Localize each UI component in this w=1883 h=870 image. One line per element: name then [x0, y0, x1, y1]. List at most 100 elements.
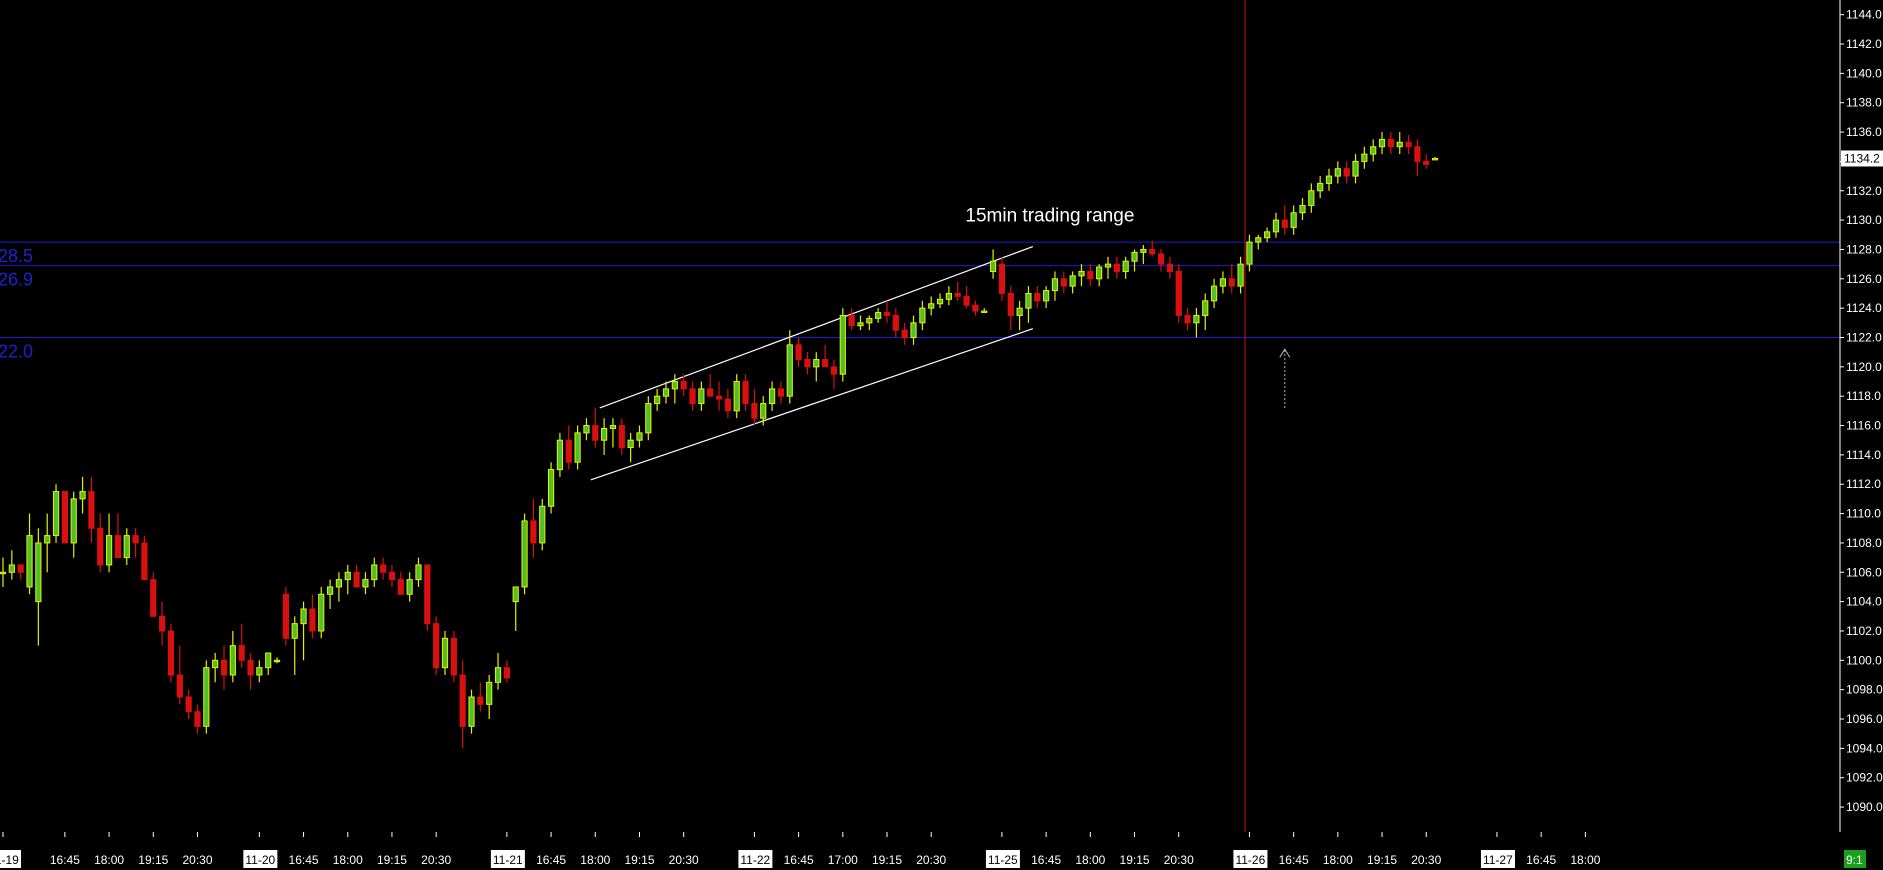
- candle-body: [1237, 263, 1244, 287]
- candle-body: [1078, 270, 1085, 277]
- candle-body: [1219, 278, 1227, 287]
- candle-body: [512, 586, 519, 603]
- candle-body: [335, 579, 343, 588]
- time-tick-label: 16:45: [1279, 853, 1309, 867]
- time-tick-label: 19:15: [1120, 853, 1150, 867]
- candle-body: [830, 366, 838, 375]
- candle-body: [813, 359, 820, 368]
- candle-body: [662, 388, 670, 397]
- candle-body: [627, 439, 634, 449]
- candle-body: [141, 542, 148, 581]
- candle-body: [1034, 292, 1041, 302]
- time-tick-label: 20:30: [182, 853, 212, 867]
- candle-body: [1228, 278, 1235, 287]
- candle-body: [256, 667, 263, 676]
- candle-body: [52, 491, 60, 537]
- time-tick-label: 19:15: [377, 853, 407, 867]
- candle-body: [1025, 292, 1032, 309]
- price-tick-label: 1092.0: [1846, 771, 1883, 785]
- candle-body: [326, 586, 334, 595]
- candle-body: [318, 593, 325, 632]
- candle-body: [468, 696, 475, 727]
- time-tick-label: 19:15: [1367, 853, 1397, 867]
- candle-body: [176, 674, 183, 698]
- price-tick-label: 1144.0: [1846, 8, 1882, 22]
- candle-body: [1370, 146, 1377, 155]
- candle-body: [760, 403, 767, 419]
- candle-body: [441, 637, 449, 669]
- candle-body: [645, 403, 652, 434]
- candle-body: [123, 535, 130, 559]
- candle-body: [521, 520, 528, 588]
- candle-body: [105, 535, 113, 566]
- candle-body: [1423, 160, 1430, 165]
- candle-body: [751, 403, 758, 419]
- annotation-text: 15min trading range: [965, 206, 1134, 227]
- candle-body: [70, 498, 77, 544]
- candle-body: [804, 359, 811, 368]
- candle-body: [733, 381, 740, 412]
- candle-body: [883, 312, 891, 316]
- candle-body: [848, 314, 855, 327]
- candle-body: [530, 520, 537, 544]
- candle-body: [892, 314, 899, 331]
- candle-body: [61, 491, 68, 544]
- candlestick-chart: 28.5 26.9 22.0 15min trading range 1090.0 1…: [0, 0, 1883, 870]
- candle-body: [132, 535, 139, 544]
- date-label: 11-26: [1235, 853, 1265, 867]
- candle-body: [539, 505, 546, 544]
- candle-body: [0, 571, 7, 575]
- candle-body: [97, 527, 104, 566]
- price-tick-label: 1124.0: [1846, 301, 1882, 315]
- candle: [450, 630, 457, 683]
- candle-body: [291, 623, 298, 639]
- candle-body: [556, 439, 564, 471]
- candle-body: [1175, 270, 1182, 316]
- candle: [547, 462, 555, 514]
- candle-body: [300, 608, 307, 625]
- candle-body: [998, 263, 1006, 294]
- candle-body: [1131, 251, 1138, 262]
- candle-body: [1264, 231, 1271, 239]
- candle-body: [406, 579, 413, 595]
- candle-body: [1246, 241, 1253, 265]
- time-tick-label: 19:15: [138, 853, 168, 867]
- time-tick-label: 20:30: [916, 853, 946, 867]
- price-tick-label: 1132.0: [1846, 184, 1882, 198]
- corner-label: 9:1: [1846, 853, 1863, 867]
- candle-body: [689, 388, 696, 405]
- candle-body: [273, 659, 281, 663]
- candle-body: [822, 359, 829, 368]
- candle-body: [1405, 141, 1412, 148]
- candle-body: [839, 314, 846, 375]
- price-tick-label: 1118.0: [1846, 389, 1881, 403]
- candle-body: [715, 395, 723, 400]
- price-tick-label: 1102.0: [1846, 624, 1882, 638]
- time-tick-label: 16:45: [536, 853, 566, 867]
- candle-body: [618, 425, 625, 449]
- candle-body: [928, 303, 935, 309]
- candle-body: [671, 381, 678, 390]
- price-tick-label: 1142.0: [1846, 37, 1882, 51]
- candle-body: [450, 637, 457, 676]
- candle-body: [1255, 237, 1262, 243]
- time-tick-label: 18:00: [1570, 853, 1600, 867]
- date-label: 11-27: [1483, 853, 1513, 867]
- date-label: 11-25: [988, 853, 1018, 867]
- date-label: 11-20: [245, 853, 275, 867]
- price-tick-label: 1120.0: [1846, 360, 1882, 374]
- price-tick-label: 1114.0: [1846, 448, 1881, 462]
- price-tick-label: 1090.0: [1846, 800, 1883, 814]
- level-label: 28.5: [0, 246, 33, 266]
- candle-body: [901, 329, 908, 338]
- candle: [282, 586, 289, 646]
- candle-body: [1060, 278, 1067, 287]
- candle-body: [724, 398, 731, 412]
- candle-body: [1352, 160, 1359, 177]
- candle-body: [494, 667, 502, 683]
- candle-body: [1087, 270, 1094, 280]
- candle-body: [954, 292, 961, 297]
- price-tick-label: 1140.0: [1846, 66, 1882, 80]
- candle-body: [212, 659, 219, 669]
- time-tick-label: 16:45: [289, 853, 319, 867]
